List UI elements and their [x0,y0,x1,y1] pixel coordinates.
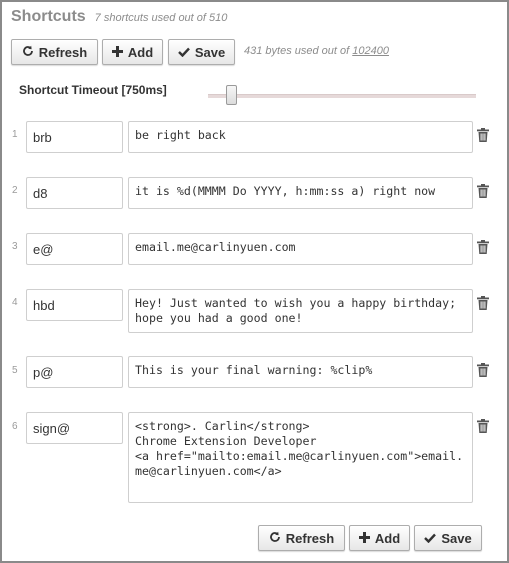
bytes-used-text: 431 bytes used out of [244,45,353,57]
timeout-slider-handle[interactable] [226,85,237,105]
expansion-input[interactable]: it is %d(MMMM Do YYYY, h:mm:ss a) right … [128,177,473,209]
footer-add-button[interactable]: Add [349,525,410,551]
footer-save-label: Save [441,530,472,546]
bytes-max-link[interactable]: 102400 [352,45,389,57]
row-index: 6 [12,421,18,432]
row-index: 3 [12,241,18,252]
trash-icon[interactable] [477,296,489,310]
refresh-icon [269,531,281,545]
shortcut-input[interactable]: d8 [26,177,123,209]
save-button[interactable]: Save [168,39,235,65]
shortcut-input[interactable]: hbd [26,289,123,321]
save-label: Save [194,44,226,60]
trash-icon[interactable] [477,363,489,377]
trash-icon[interactable] [477,240,489,254]
trash-icon[interactable] [477,128,489,142]
row-index: 5 [12,365,18,376]
row-index: 4 [12,297,18,308]
expansion-input[interactable]: This is your final warning: %clip% [128,356,473,388]
header: Shortcuts 7 shortcuts used out of 510 [11,8,227,30]
expansion-input[interactable]: email.me@carlinyuen.com [128,233,473,265]
shortcut-input[interactable]: e@ [26,233,123,265]
timeout-slider-track[interactable] [208,94,476,98]
footer-refresh-button[interactable]: Refresh [258,525,345,551]
footer-add-label: Add [374,530,401,546]
expansion-input[interactable]: Hey! Just wanted to wish you a happy bir… [128,289,473,333]
row-index: 1 [12,129,18,140]
timeout-label: Shortcut Timeout [750ms] [19,83,167,97]
bytes-usage: 431 bytes used out of 102400 [244,45,389,57]
footer-save-button[interactable]: Save [414,525,482,551]
checkmark-icon [177,46,190,59]
page-title: Shortcuts [11,8,86,25]
expansion-input[interactable]: be right back [128,121,473,153]
trash-icon[interactable] [477,419,489,433]
plus-icon [358,531,370,545]
expansion-input[interactable]: <strong>. Carlin</strong> Chrome Extensi… [128,412,473,503]
refresh-icon [22,45,34,59]
shortcut-input[interactable]: p@ [26,356,123,388]
checkmark-icon [424,532,437,545]
row-index: 2 [12,185,18,196]
shortcut-input[interactable]: sign@ [26,412,123,444]
shortcut-count: 7 shortcuts used out of 510 [94,12,228,24]
refresh-button[interactable]: Refresh [11,39,98,65]
add-button[interactable]: Add [102,39,163,65]
refresh-label: Refresh [38,44,88,60]
add-label: Add [127,44,154,60]
trash-icon[interactable] [477,184,489,198]
footer-refresh-label: Refresh [285,530,335,546]
shortcuts-panel: Shortcuts 7 shortcuts used out of 510 Re… [0,0,509,563]
plus-icon [111,45,123,59]
shortcut-input[interactable]: brb [26,121,123,153]
